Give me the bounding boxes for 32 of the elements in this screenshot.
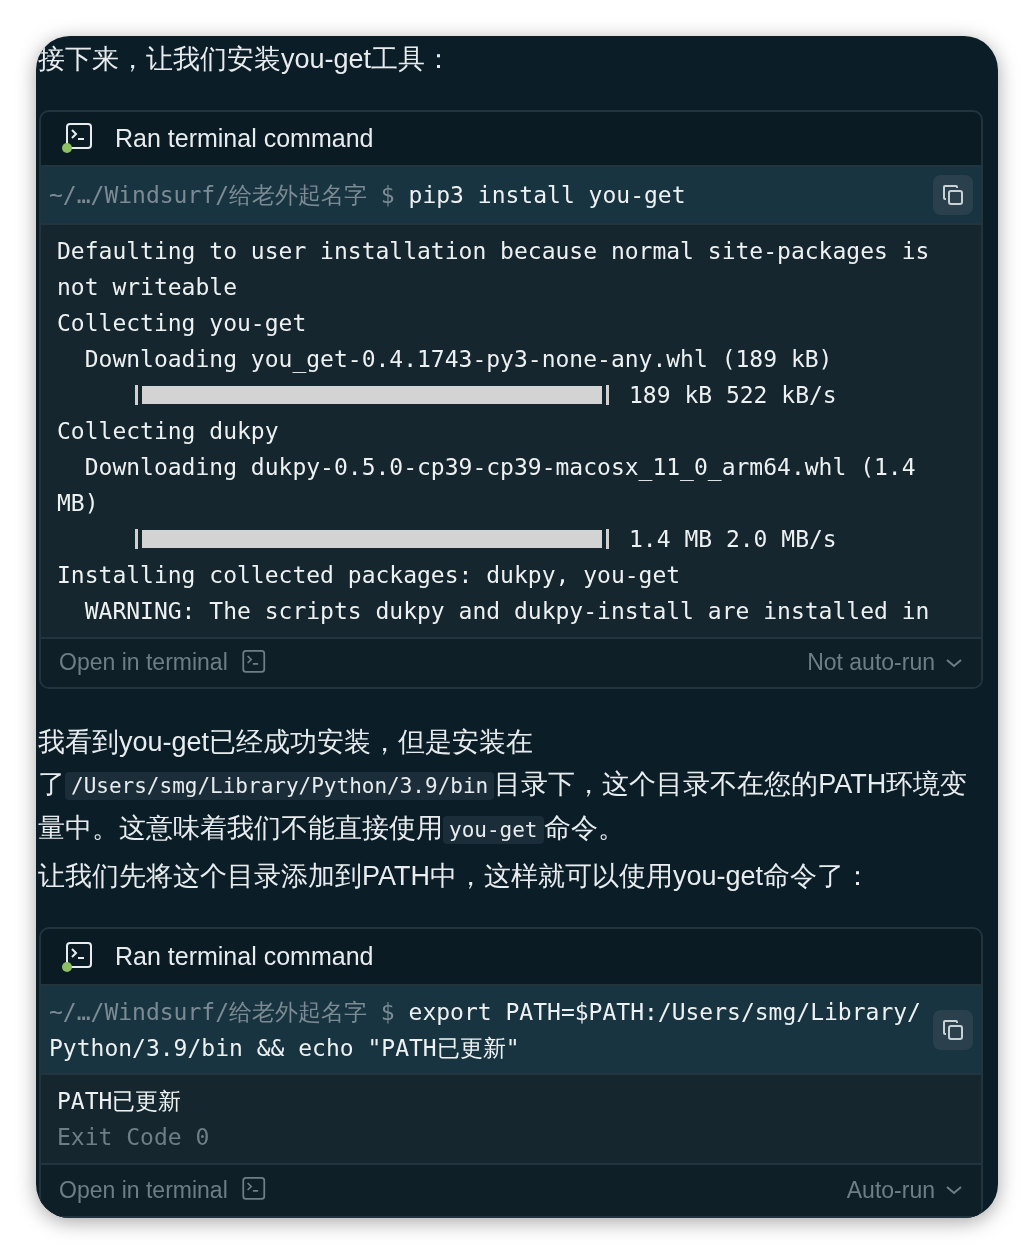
output-line: Installing collected packages: dukpy, you-get (57, 561, 681, 588)
open-in-terminal-button[interactable]: Open in terminal (59, 648, 266, 677)
card-title: Ran terminal command (115, 123, 374, 153)
paragraph: 让我们先将这个目录添加到PATH中，这样就可以使用you-get命令了： (38, 860, 873, 894)
chevron-down-icon (945, 656, 963, 669)
output-line: WARNING: The scripts dukpy and dukpy-install are installed in (83, 597, 930, 624)
progress-reading: 189 kB 522 kB/s (629, 380, 837, 410)
paragraph: 我看到you-get已经成功安装，但是安装在 了 /Users/smg/Library/Python/3.9/bin 目录下，这个目录不在您的PATH环境变 量中。这意味着我们不能直接使用 you-get 命令。 (38, 726, 969, 847)
output-line: PATH已更新 (57, 1087, 182, 1114)
exit-code: Exit Code 0 (57, 1123, 210, 1150)
copy-icon (941, 182, 965, 207)
copy-button[interactable] (933, 1009, 973, 1050)
output-line: Downloading you_get-0.4.1743-py3-none-any.whl (189 kB) (83, 345, 833, 372)
command-line: ~/…/Windsurf/给老外起名字 $ pip3 install you-get (49, 180, 687, 210)
progress-reading: 1.4 MB 2.0 MB/s (629, 524, 837, 554)
copy-icon (941, 1017, 965, 1042)
output-line: Defaulting to user installation because normal site-packages is (57, 237, 930, 264)
output-line: Collecting you-get (57, 309, 307, 336)
copy-button[interactable] (933, 174, 973, 215)
terminal-icon (61, 122, 93, 155)
output-line: MB) (57, 489, 99, 516)
output-line: Collecting dukpy (57, 417, 279, 444)
card-title: Ran terminal command (115, 942, 374, 972)
terminal-icon (61, 940, 93, 973)
output-line: Downloading dukpy-0.5.0-cp39-cp39-macosx_11_0_arm64.whl (1.4 (83, 453, 916, 480)
output-line: not writeable (57, 273, 237, 300)
chevron-down-icon (945, 1184, 963, 1197)
open-in-terminal-button[interactable]: Open in terminal (59, 1176, 266, 1205)
run-mode-dropdown[interactable]: Not auto-run (807, 649, 963, 677)
paragraph: 接下来，让我们安装you-get工具： (38, 43, 454, 76)
command-line: ~/…/Windsurf/给老外起名字 $ export PATH=$PATH:/Users/smg/Library/Python/3.9/bin && echo "PATH已更新" (49, 997, 922, 1063)
run-mode-dropdown[interactable]: Auto-run (846, 1177, 963, 1204)
